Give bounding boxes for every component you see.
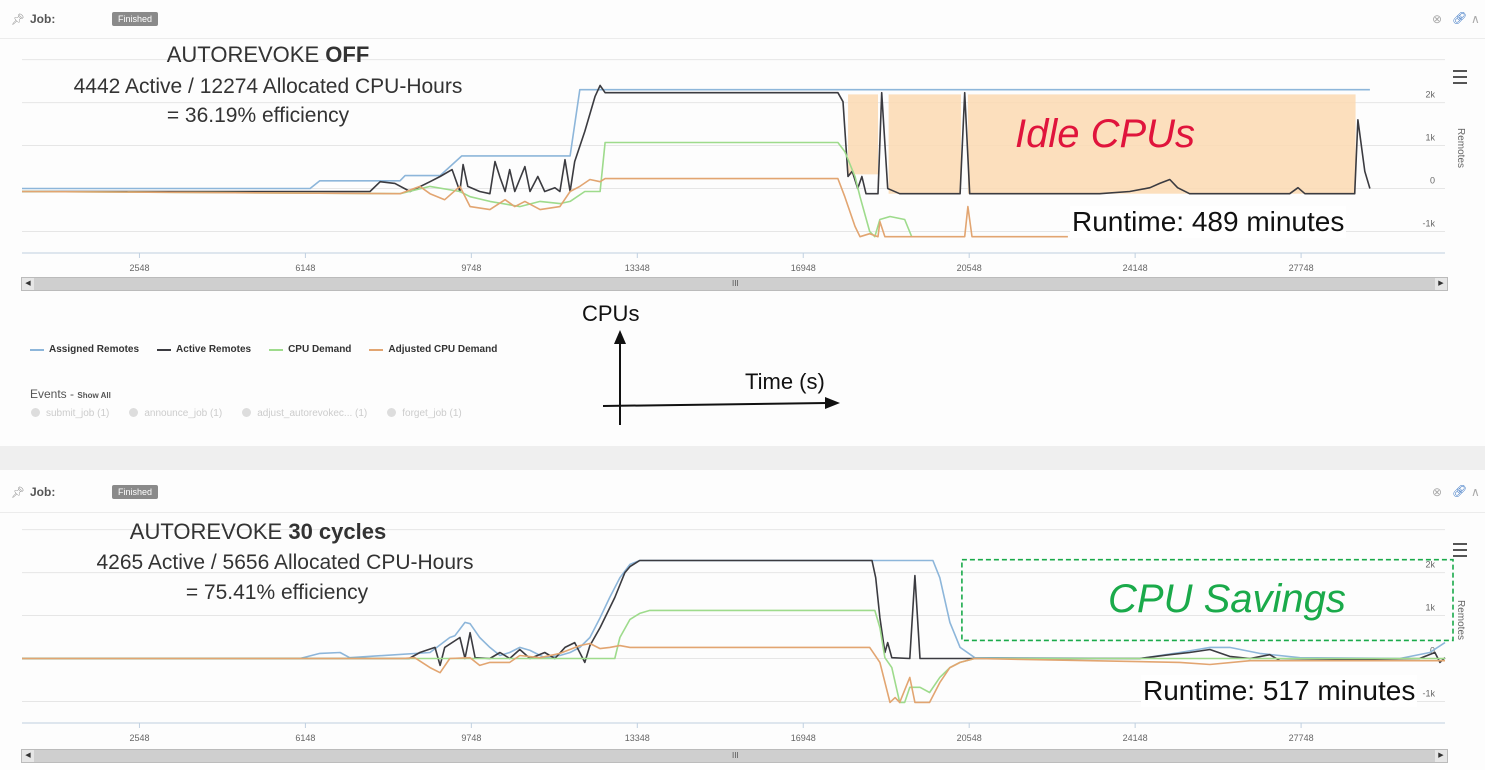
x-tick-label: 20548 [957,733,982,743]
hamburger-menu-icon[interactable] [1453,543,1467,557]
x-tick-label: 27748 [1289,733,1314,743]
x-tick-label: 2548 [129,733,149,743]
title-emphasis: 30 cycles [288,519,387,544]
scroll-thumb-grip[interactable]: III [732,750,739,762]
y-tick-label: 2k [1425,560,1435,570]
job-panel-autorevoke-30: 📌︎ Job: Finished ⊗ 🔗︎ ∧ -1k 0 1k 2k 2548 6148… [0,470,1485,770]
x-tick-label: 16948 [791,733,816,743]
runtime-label: Runtime: 517 minutes [1141,675,1418,707]
panel-title: AUTOREVOKE 30 cycles [13,519,503,545]
x-tick-label: 9748 [461,733,481,743]
scroll-right-arrow[interactable]: ▶ [1435,750,1447,762]
cpu-hours-text: 4265 Active / 5656 Allocated CPU-Hours [96,551,474,574]
title-prefix: AUTOREVOKE [129,519,289,544]
y-tick-label: -1k [1422,689,1435,699]
scroll-left-arrow[interactable]: ◀ [22,750,34,762]
x-tick-label: 24148 [1123,733,1148,743]
y-axis-title: Remotes [1455,600,1466,641]
y-tick-label: 1k [1425,603,1435,613]
chart-scrollbar[interactable]: ◀ III ▶ [21,749,1448,763]
x-tick-label: 13348 [625,733,650,743]
cpu-savings-annotation: CPU Savings [1108,577,1346,621]
efficiency-text: = 75.41% efficiency [185,581,369,604]
chart-autorevoke-30: -1k01k2k2548 6148 9748 13348 16948 20548 24148… [22,529,1454,743]
x-tick-label: 6148 [295,733,315,743]
